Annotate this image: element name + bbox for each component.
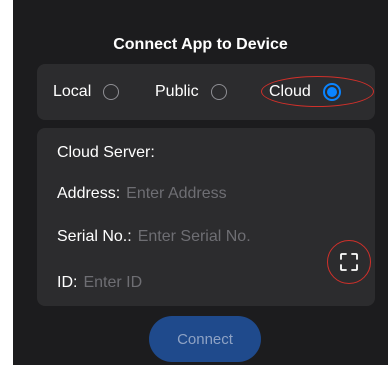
cloud-server-form: Cloud Server: Address: Serial No.: ID: [37,128,375,306]
radio-public[interactable] [210,84,227,100]
mode-option-public[interactable]: Public [155,64,227,120]
scan-button[interactable] [327,240,371,284]
address-label: Address: [57,185,121,202]
page-title: Connect App to Device [113,36,288,53]
mode-label-local: Local [53,83,92,100]
mode-option-local[interactable]: Local [53,64,120,120]
radio-local[interactable] [103,84,120,100]
serial-label: Serial No.: [57,228,132,245]
id-row: ID: [57,274,254,292]
address-row: Address: [57,185,297,203]
id-label: ID: [57,274,78,291]
serial-row: Serial No.: [57,228,308,246]
mode-option-cloud[interactable]: Cloud [269,64,341,120]
scan-icon [340,253,358,271]
id-field[interactable] [83,274,254,292]
radio-cloud[interactable] [322,83,341,101]
cloud-server-label: Cloud Server: [57,144,155,161]
connection-mode-selector: Local Public Cloud [37,64,375,120]
serial-field[interactable] [137,228,308,246]
connect-button[interactable]: Connect [149,316,261,362]
section-label-row: Cloud Server: [57,144,155,162]
connect-screen: Connect App to Device Local Public Cloud… [13,0,388,365]
mode-label-public: Public [155,83,199,100]
address-field[interactable] [126,185,297,203]
mode-label-cloud: Cloud [269,83,311,100]
